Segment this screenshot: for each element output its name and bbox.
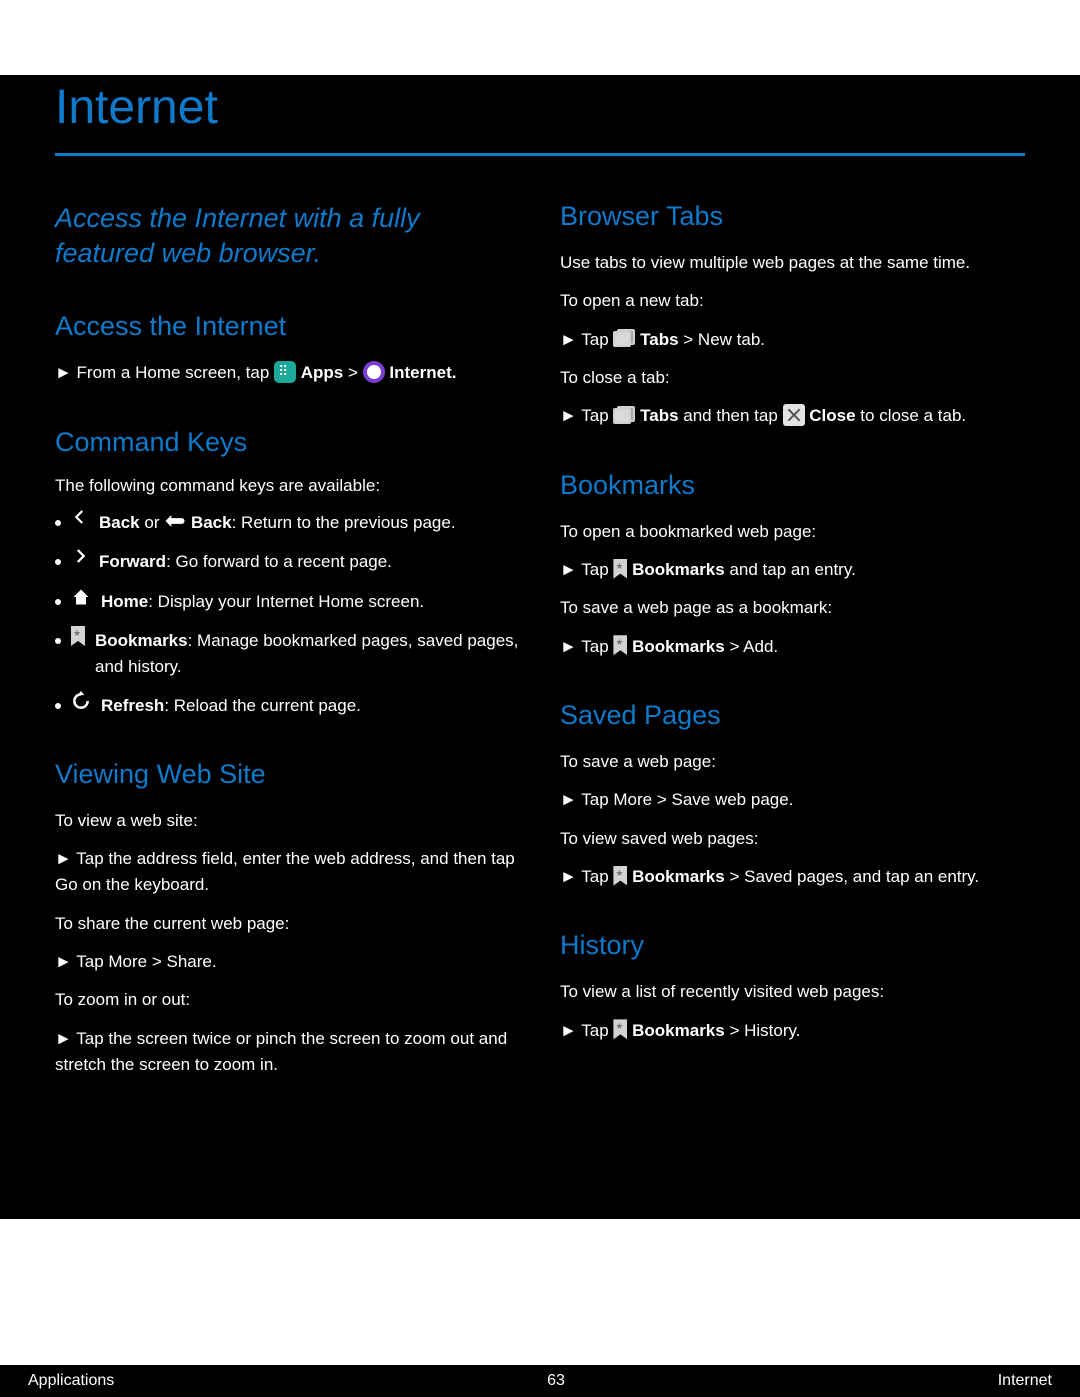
home-icon	[71, 587, 91, 607]
label: Bookmarks	[632, 560, 725, 579]
bookmark-icon	[613, 635, 627, 655]
back-arrow-icon	[71, 508, 89, 526]
text: ► Tap More > Save web page.	[560, 787, 1025, 813]
text: To save a web page:	[560, 749, 1025, 775]
text: To share the current web page:	[55, 911, 520, 937]
text: > History.	[725, 1021, 801, 1040]
bullet	[55, 520, 61, 526]
close-icon	[783, 404, 805, 426]
bookmark-icon	[71, 626, 85, 646]
text: and then tap	[679, 406, 778, 425]
command-row: Refresh: Reload the current page.	[55, 693, 520, 719]
text: ► Tap	[560, 867, 609, 886]
heading-command-keys: Command Keys	[55, 427, 520, 458]
footer-page-number: 63	[547, 1372, 565, 1390]
heading-access-internet: Access the Internet	[55, 311, 520, 342]
footer-right: Internet	[998, 1372, 1052, 1390]
text: ► Tap the screen twice or pinch the scre…	[55, 1026, 520, 1079]
label: Refresh	[101, 696, 164, 715]
text: The following command keys are available…	[55, 476, 520, 496]
text: To view a web site:	[55, 808, 520, 834]
heading-saved-pages: Saved Pages	[560, 700, 1025, 731]
internet-icon	[363, 361, 385, 383]
text: To close a tab:	[560, 365, 1025, 391]
heading-viewing-web-site: Viewing Web Site	[55, 759, 520, 790]
refresh-icon	[71, 691, 91, 711]
label: Bookmarks	[632, 867, 725, 886]
text: to close a tab.	[856, 406, 967, 425]
label: Bookmarks	[632, 637, 725, 656]
label: Home	[101, 592, 148, 611]
device-back-icon	[164, 512, 186, 530]
text: > Add.	[725, 637, 778, 656]
bullet	[55, 559, 61, 565]
bookmark-icon	[613, 866, 627, 886]
text: To open a bookmarked web page:	[560, 519, 1025, 545]
tabs-icon	[613, 329, 635, 347]
text: To open a new tab:	[560, 288, 1025, 314]
text: To view a list of recently visited web p…	[560, 979, 1025, 1005]
text: To save a web page as a bookmark:	[560, 595, 1025, 621]
text: ► Tap	[560, 560, 609, 579]
text: ► Tap	[560, 637, 609, 656]
command-row: Back or Back: Return to the previous pag…	[55, 510, 520, 536]
label: Forward	[99, 552, 166, 571]
bookmark-icon	[613, 1019, 627, 1039]
footer-left: Applications	[28, 1372, 114, 1390]
text: or	[144, 513, 164, 532]
bullet	[55, 599, 61, 605]
right-column: Browser Tabs Use tabs to view multiple w…	[560, 201, 1025, 1078]
command-row: Forward: Go forward to a recent page.	[55, 549, 520, 575]
text: > Saved pages, and tap an entry.	[725, 867, 979, 886]
label: Apps	[301, 363, 344, 382]
heading-bookmarks: Bookmarks	[560, 470, 1025, 501]
command-row: Home: Display your Internet Home screen.	[55, 589, 520, 615]
left-column: Access the Internet with a fully feature…	[55, 201, 520, 1078]
label: Bookmarks	[632, 1021, 725, 1040]
text: ► Tap More > Share.	[55, 949, 520, 975]
forward-arrow-icon	[71, 547, 89, 565]
text: and tap an entry.	[725, 560, 856, 579]
label: Tabs	[640, 406, 678, 425]
text: : Display your Internet Home screen.	[148, 592, 424, 611]
bullet	[55, 638, 61, 644]
text: ► Tap	[560, 1021, 609, 1040]
apps-icon	[274, 361, 296, 383]
text: To zoom in or out:	[55, 987, 520, 1013]
bookmark-icon	[613, 559, 627, 579]
text: ► From a Home screen, tap	[55, 363, 269, 382]
bullet	[55, 703, 61, 709]
text: ► Tap the address field, enter the web a…	[55, 846, 520, 899]
heading-browser-tabs: Browser Tabs	[560, 201, 1025, 232]
label: Internet.	[389, 363, 456, 382]
label: Back	[99, 513, 140, 532]
page-title: Internet	[55, 75, 1025, 156]
label: Back	[191, 513, 232, 532]
heading-history: History	[560, 930, 1025, 961]
command-row: Bookmarks: Manage bookmarked pages, save…	[55, 628, 520, 679]
text: Use tabs to view multiple web pages at t…	[560, 250, 1025, 276]
label: Tabs	[640, 330, 678, 349]
text: To view saved web pages:	[560, 826, 1025, 852]
text: ► Tap	[560, 330, 609, 349]
text: > New tab.	[679, 330, 765, 349]
intro-text: Access the Internet with a fully feature…	[55, 201, 520, 271]
label: Bookmarks	[95, 631, 188, 650]
text: : Go forward to a recent page.	[166, 552, 392, 571]
page-footer: Applications 63 Internet	[0, 1365, 1080, 1397]
text: ► Tap	[560, 406, 609, 425]
label: Close	[809, 406, 855, 425]
text: : Return to the previous page.	[232, 513, 456, 532]
text: >	[348, 363, 363, 382]
tabs-icon	[613, 406, 635, 424]
text: : Reload the current page.	[164, 696, 361, 715]
